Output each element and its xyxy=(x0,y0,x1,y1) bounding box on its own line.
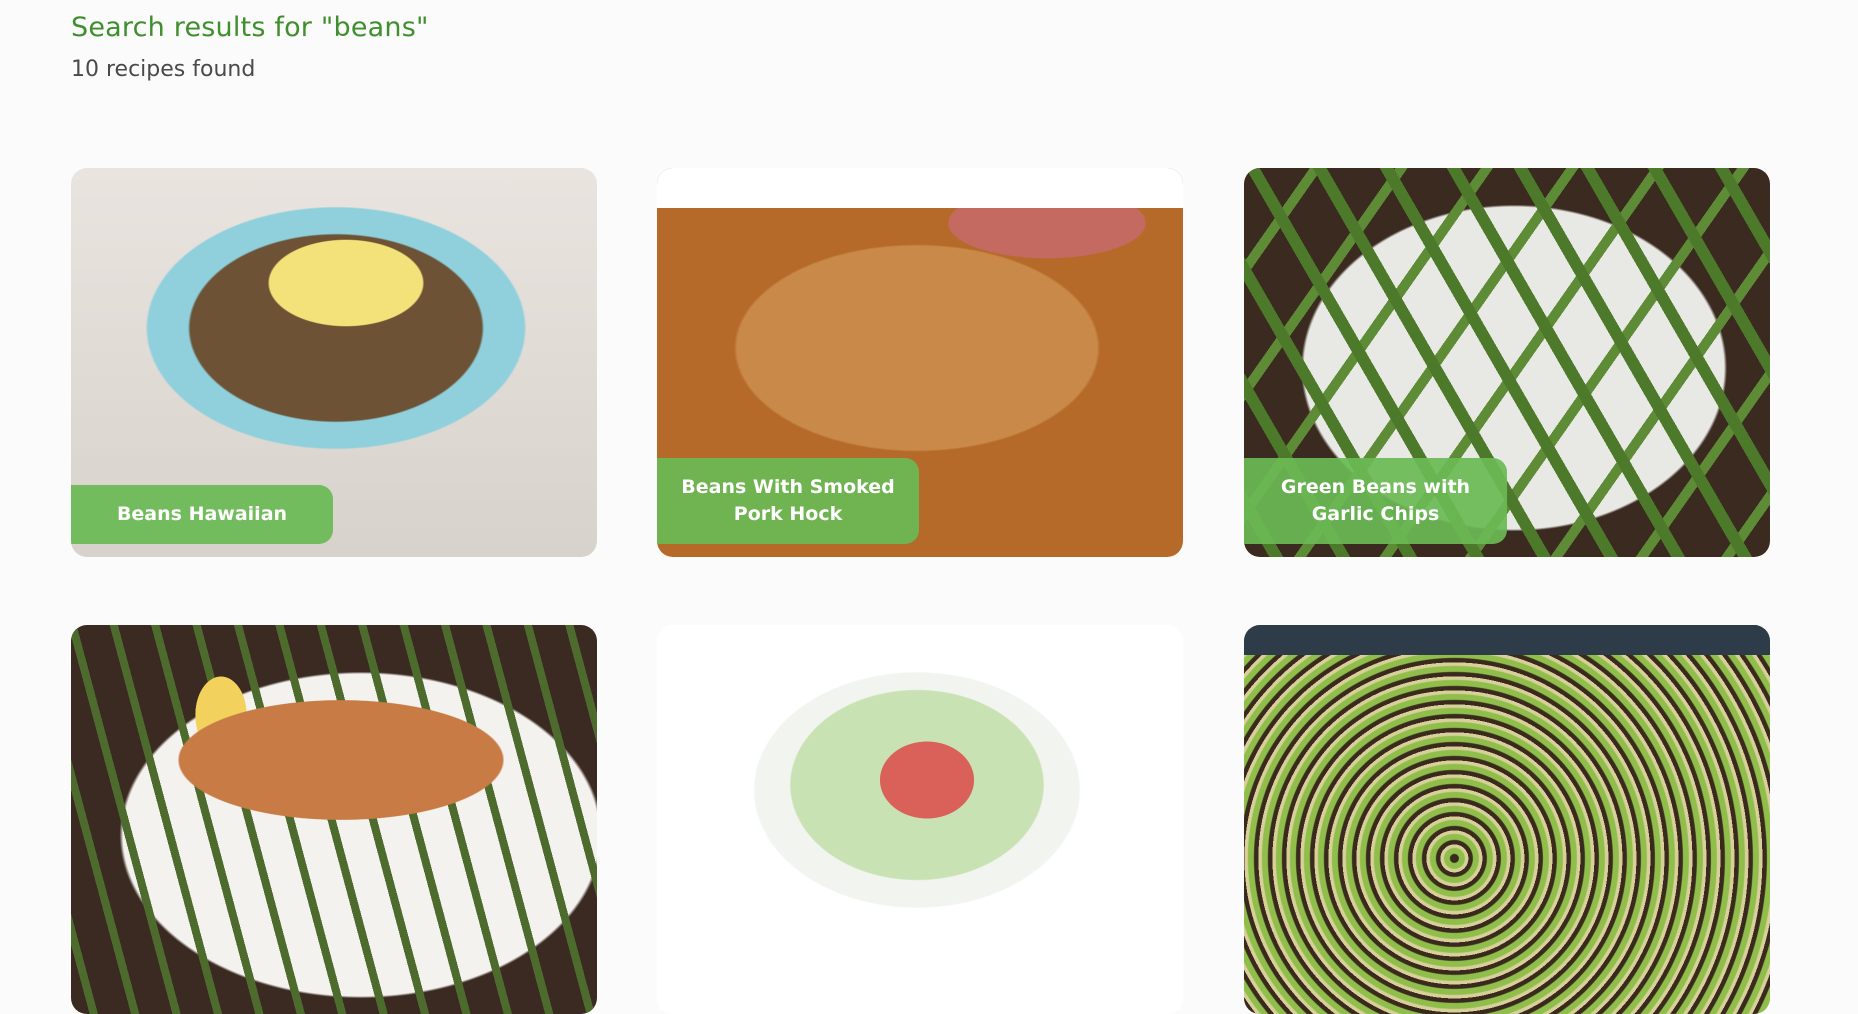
recipe-card[interactable] xyxy=(657,625,1183,1014)
recipe-card[interactable] xyxy=(1244,625,1770,1014)
recipe-photo[interactable] xyxy=(71,625,597,1014)
recipe-title[interactable]: Green Beans with Garlic Chips xyxy=(1244,458,1507,544)
results-count: 10 recipes found xyxy=(71,57,256,82)
recipe-photo[interactable] xyxy=(1244,625,1770,1014)
recipe-card[interactable]: Beans Hawaiian xyxy=(71,168,597,557)
results-header: Search results for "beans" 10 recipes fo… xyxy=(71,12,429,82)
recipe-title[interactable]: Beans With Smoked Pork Hock xyxy=(657,458,919,544)
page-title: Search results for "beans" xyxy=(71,12,429,43)
recipe-card[interactable] xyxy=(71,625,597,1014)
recipe-card[interactable]: Green Beans with Garlic Chips xyxy=(1244,168,1770,557)
recipe-photo[interactable] xyxy=(657,625,1183,1014)
recipe-card[interactable]: Beans With Smoked Pork Hock xyxy=(657,168,1183,557)
recipe-title[interactable]: Beans Hawaiian xyxy=(71,485,333,544)
